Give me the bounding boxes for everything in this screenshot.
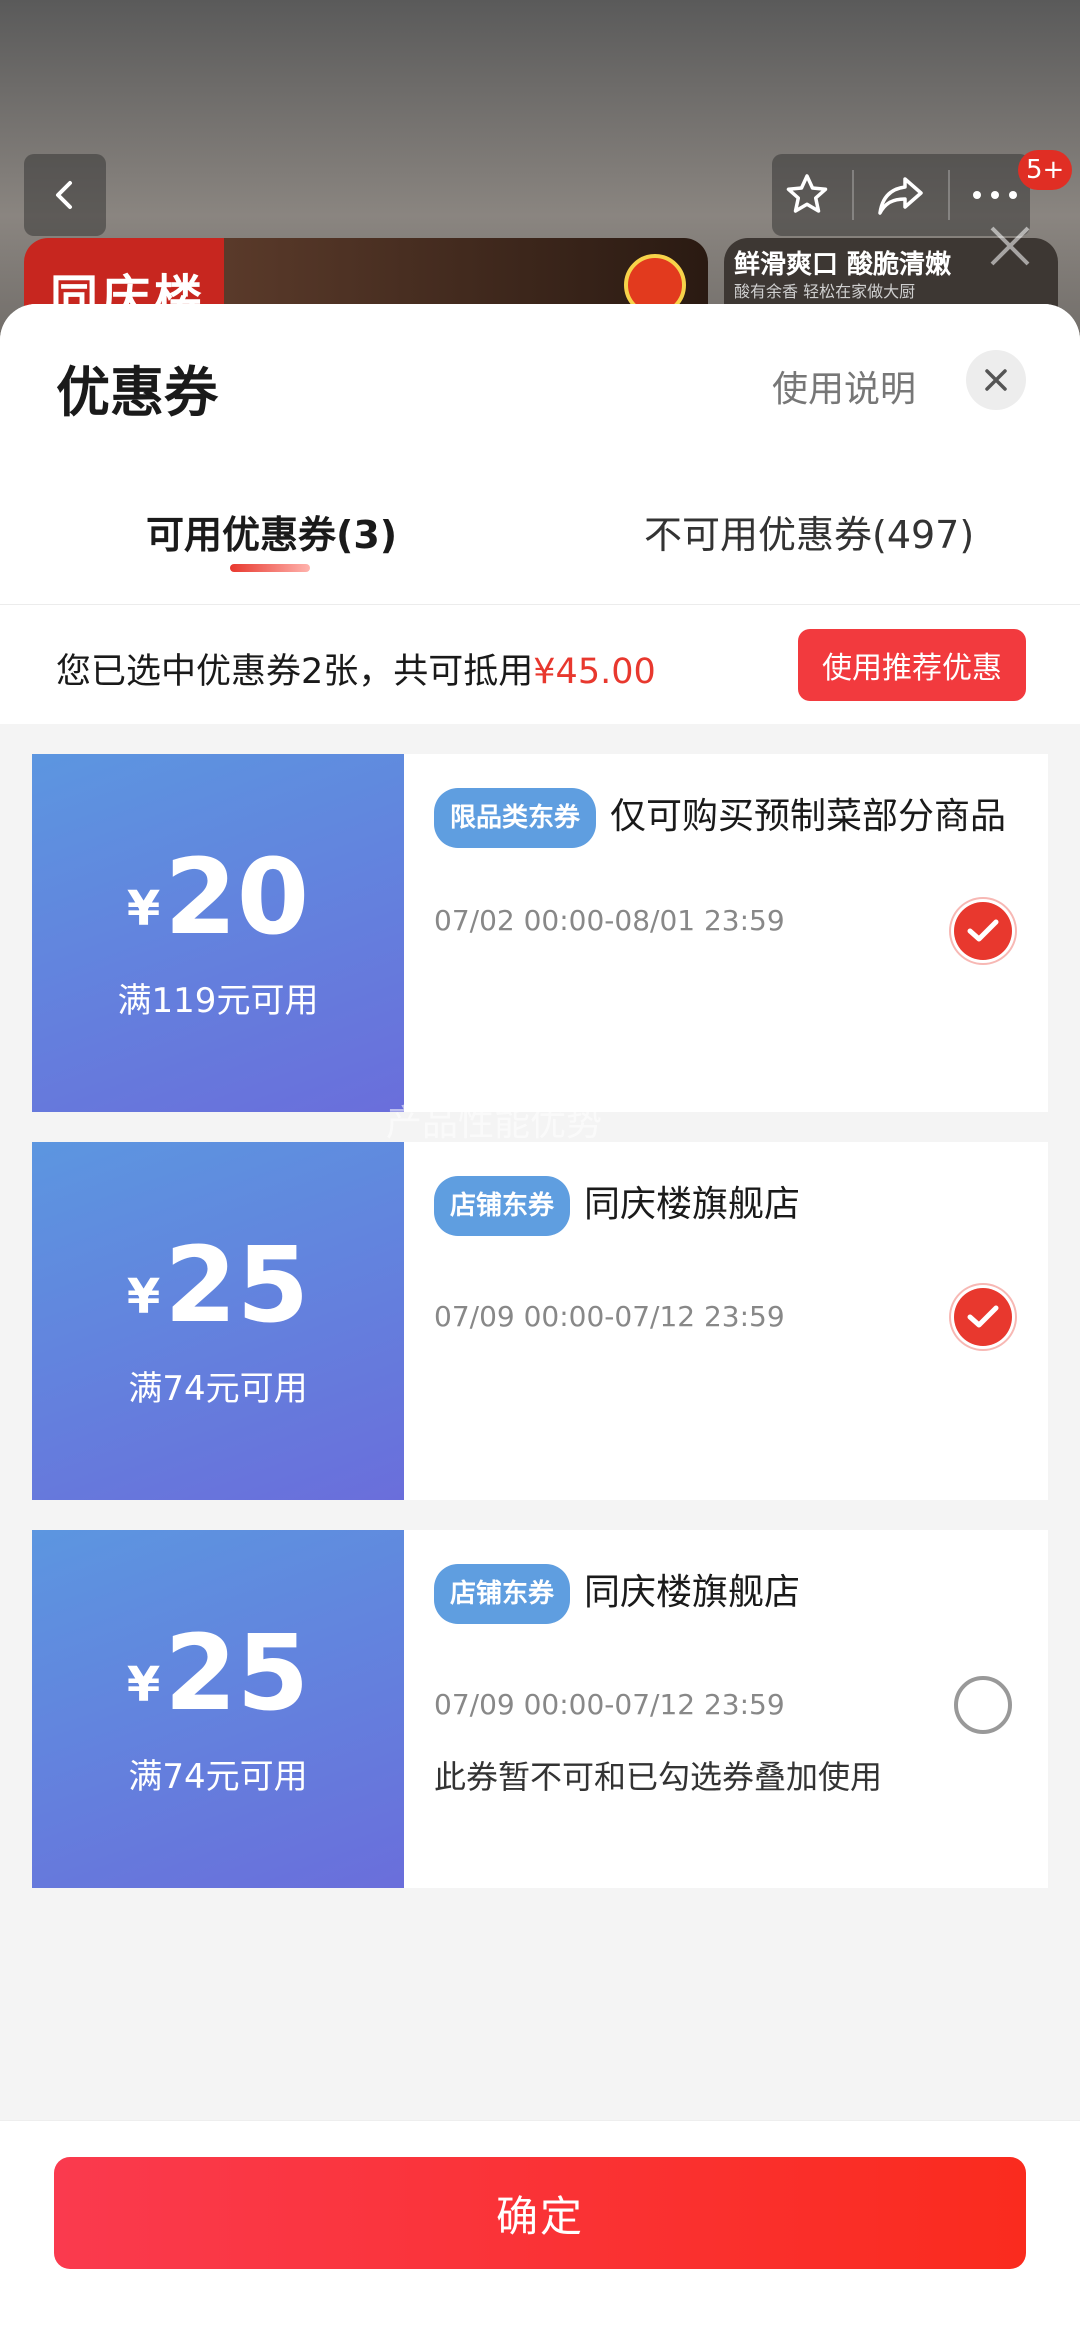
tab-unavailable[interactable]: 不可用优惠券(497) (644, 504, 974, 559)
usage-help-link[interactable]: 使用说明 (772, 360, 916, 412)
coupon-title: 仅可购买预制菜部分商品 (610, 796, 1007, 837)
coupon-info: 限品类东券 仅可购买预制菜部分商品 07/02 00:00-08/01 23:59 (404, 754, 1048, 1112)
coupon-sheet: 优惠券 使用说明 可用优惠券(3) 不可用优惠券(497) 您已选中优惠券2张，… (0, 304, 1080, 2344)
close-button[interactable] (966, 350, 1026, 410)
coupon-title-row: 限品类东券 仅可购买预制菜部分商品 (434, 788, 1018, 848)
chevron-left-icon (56, 181, 72, 209)
coupon-info: 店铺东券 同庆楼旗舰店 07/09 00:00-07/12 23:59 此券暂不可… (404, 1530, 1048, 1888)
coupon-validity: 07/09 00:00-07/12 23:59 (434, 1300, 785, 1333)
summary-text: 您已选中优惠券2张，共可抵用¥45.00 (56, 643, 656, 694)
close-icon (985, 369, 1007, 391)
coupon-amount: 25 (164, 1611, 310, 1734)
coupon-condition: 满74元可用 (128, 1368, 308, 1409)
tab-available[interactable]: 可用优惠券(3) (146, 504, 397, 559)
coupon-note: 此券暂不可和已勾选券叠加使用 (434, 1758, 883, 1796)
coupon-amount: 25 (164, 1223, 310, 1346)
footer-bar: 确定 (0, 2120, 1080, 2344)
summary-amount: ¥45.00 (533, 652, 656, 692)
coupon-tag: 店铺东券 (434, 1176, 571, 1236)
use-recommended-button[interactable]: 使用推荐优惠 (798, 629, 1026, 701)
coupon-amount: 20 (164, 835, 310, 958)
coupon-validity: 07/02 00:00-08/01 23:59 (434, 904, 785, 937)
coupon-card[interactable]: ¥ 20 满119元可用 限品类东券 仅可购买预制菜部分商品 07/02 00:0… (26, 754, 1048, 1112)
banner-subtitle: 酸有余香 轻松在家做大厨 (734, 282, 916, 301)
coupon-tag: 限品类东券 (434, 788, 597, 848)
watermark: 产品性能优势 (386, 1103, 603, 1144)
sheet-title: 优惠券 (56, 361, 218, 424)
coupon-title: 同庆楼旗舰店 (584, 1184, 801, 1225)
coupon-info: 店铺东券 同庆楼旗舰店 07/09 00:00-07/12 23:59 (404, 1142, 1048, 1500)
currency-symbol: ¥ (126, 1656, 161, 1713)
confirm-button[interactable]: 确定 (54, 2157, 1026, 2269)
star-icon[interactable] (783, 171, 831, 219)
selection-summary: 您已选中优惠券2张，共可抵用¥45.00 使用推荐优惠 (0, 604, 1080, 724)
coupon-checkbox-unchecked[interactable] (954, 1676, 1012, 1734)
coupon-amount-row: ¥ 25 (127, 1621, 309, 1725)
currency-symbol: ¥ (126, 880, 161, 937)
coupon-amount-row: ¥ 20 (127, 845, 309, 949)
notification-badge: 5+ (1018, 150, 1073, 190)
coupon-amount-row: ¥ 25 (127, 1233, 309, 1337)
coupon-title-row: 店铺东券 同庆楼旗舰店 (434, 1176, 1018, 1236)
coupon-card[interactable]: ¥ 25 满74元可用 店铺东券 同庆楼旗舰店 07/09 00:00-07/12… (26, 1142, 1048, 1500)
share-icon[interactable] (875, 171, 927, 219)
coupon-value-panel: ¥ 25 满74元可用 (26, 1142, 404, 1500)
coupon-condition: 满74元可用 (128, 1756, 308, 1797)
sheet-header: 优惠券 使用说明 可用优惠券(3) 不可用优惠券(497) (0, 304, 1080, 604)
coupon-tag: 店铺东券 (434, 1564, 571, 1624)
back-button[interactable] (24, 154, 106, 236)
coupon-title-row: 店铺东券 同庆楼旗舰店 (434, 1564, 1018, 1624)
coupon-list: ¥ 20 满119元可用 限品类东券 仅可购买预制菜部分商品 07/02 00:0… (0, 724, 1080, 1888)
banner-title: 鲜滑爽口 酸脆清嫩 (734, 250, 952, 280)
summary-label: 您已选中优惠券2张，共可抵用 (56, 652, 534, 692)
divider (948, 170, 951, 220)
coupon-checkbox-checked[interactable] (954, 1288, 1012, 1346)
coupon-checkbox-checked[interactable] (954, 902, 1012, 960)
coupon-validity: 07/09 00:00-07/12 23:59 (434, 1688, 785, 1721)
coupon-card[interactable]: ¥ 25 满74元可用 店铺东券 同庆楼旗舰店 07/09 00:00-07/12… (26, 1530, 1048, 1888)
coupon-value-panel: ¥ 20 满119元可用 (26, 754, 404, 1112)
close-icon (990, 226, 1030, 266)
coupon-value-panel: ¥ 25 满74元可用 (26, 1530, 404, 1888)
coupon-title: 同庆楼旗舰店 (584, 1572, 801, 1613)
currency-symbol: ¥ (126, 1268, 161, 1325)
more-icon[interactable] (971, 189, 1019, 201)
check-icon (967, 1305, 999, 1328)
divider (851, 170, 854, 220)
tab-indicator (230, 564, 310, 572)
check-icon (967, 919, 999, 942)
coupon-condition: 满119元可用 (117, 980, 319, 1021)
